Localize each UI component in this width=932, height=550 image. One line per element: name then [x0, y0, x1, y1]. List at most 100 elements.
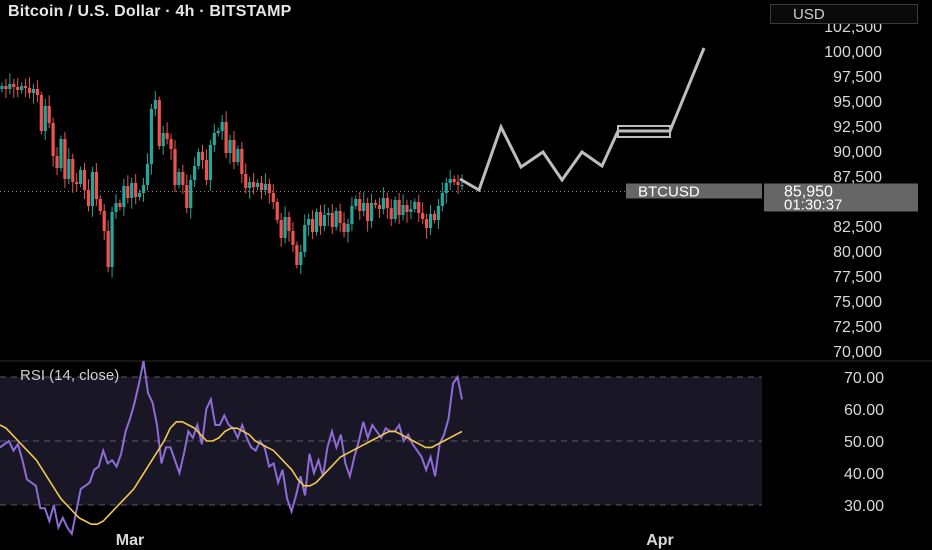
candle-body [35, 89, 39, 95]
candle [208, 139, 212, 191]
candle-body [248, 182, 252, 188]
candle-body [200, 152, 205, 160]
candle [4, 78, 8, 98]
candle [417, 194, 421, 222]
candle [216, 127, 220, 137]
price-tick-label: 92,500 [833, 119, 882, 136]
candle-body [413, 202, 417, 209]
candle-body [75, 182, 79, 184]
candle [43, 98, 47, 140]
candle [149, 103, 154, 175]
candle-body [314, 212, 319, 232]
candle [75, 173, 79, 192]
candle-body [193, 166, 197, 180]
candle [405, 199, 409, 223]
candle [71, 153, 75, 193]
candle [369, 194, 374, 229]
candle-body [409, 209, 413, 212]
price-tick-label: 80,000 [833, 244, 882, 261]
candle [79, 166, 83, 188]
candle-body [322, 215, 326, 226]
rsi-tick-label: 50.00 [844, 434, 884, 451]
candle [224, 111, 228, 159]
candle [440, 182, 444, 212]
candle [425, 213, 429, 239]
candle-body [122, 186, 126, 207]
candle-body [350, 206, 354, 224]
candle-body [220, 122, 224, 131]
candle [27, 77, 32, 99]
candle [212, 124, 216, 153]
candle-body [342, 223, 346, 232]
candle [31, 83, 36, 104]
candle-body [397, 200, 401, 215]
candle [86, 179, 91, 212]
candle [259, 175, 264, 199]
currency-selector[interactable]: USD [770, 4, 918, 24]
candle-body [149, 109, 154, 164]
candle-body [299, 252, 303, 265]
candle [338, 203, 342, 232]
candle [255, 179, 260, 191]
candle [196, 148, 201, 170]
candle-body [295, 245, 299, 265]
candle-body [94, 172, 98, 199]
candle-body [90, 172, 95, 206]
candle-body [318, 212, 323, 226]
candle [428, 205, 433, 236]
candle-body [421, 213, 425, 219]
candle-body [267, 184, 271, 193]
candle [130, 177, 134, 209]
candle-body [307, 219, 311, 225]
candle-body [27, 88, 32, 93]
candle [23, 78, 28, 97]
candle [181, 164, 185, 194]
candle-body [271, 193, 275, 202]
candle [271, 184, 275, 210]
chart-title: Bitcoin / U.S. Dollar · 4h · BITSTAMP [8, 3, 292, 20]
candle-body [47, 106, 51, 123]
candle-body [393, 200, 397, 219]
candle [377, 197, 382, 218]
candle [55, 147, 59, 176]
candle [385, 192, 389, 219]
candle-body [283, 217, 287, 238]
candle-body [98, 199, 102, 211]
candle [303, 214, 307, 258]
price-tick-label: 95,000 [833, 94, 882, 111]
candle-body [12, 84, 16, 87]
candle [346, 218, 350, 243]
candles-group [0, 73, 464, 278]
candle [275, 198, 279, 224]
candle [220, 114, 224, 140]
candle [228, 134, 232, 164]
candle [185, 174, 189, 214]
candle-body [240, 149, 244, 174]
candle-body [189, 180, 193, 208]
candle [106, 220, 110, 273]
candle-body [177, 172, 181, 185]
candle-body [287, 217, 291, 231]
candle-body [255, 183, 260, 187]
price-tick-label: 72,500 [833, 319, 882, 336]
candle [118, 199, 122, 211]
candle [47, 95, 51, 129]
candle-body [366, 203, 370, 221]
candle-body [346, 224, 350, 232]
projection-line [459, 47, 706, 193]
candle-body [82, 170, 87, 190]
candle [318, 204, 323, 235]
candle [193, 157, 197, 188]
candle-body [0, 86, 4, 89]
candle-body [134, 183, 138, 197]
candle [421, 202, 425, 225]
candle-body [8, 84, 12, 89]
candle-body [389, 208, 393, 219]
candle [354, 195, 358, 210]
candle [393, 196, 397, 223]
rsi-tick-label: 70.00 [844, 370, 884, 387]
candle [358, 191, 362, 220]
candle-body [432, 214, 437, 220]
candle [334, 207, 338, 231]
candle-body [216, 131, 220, 133]
